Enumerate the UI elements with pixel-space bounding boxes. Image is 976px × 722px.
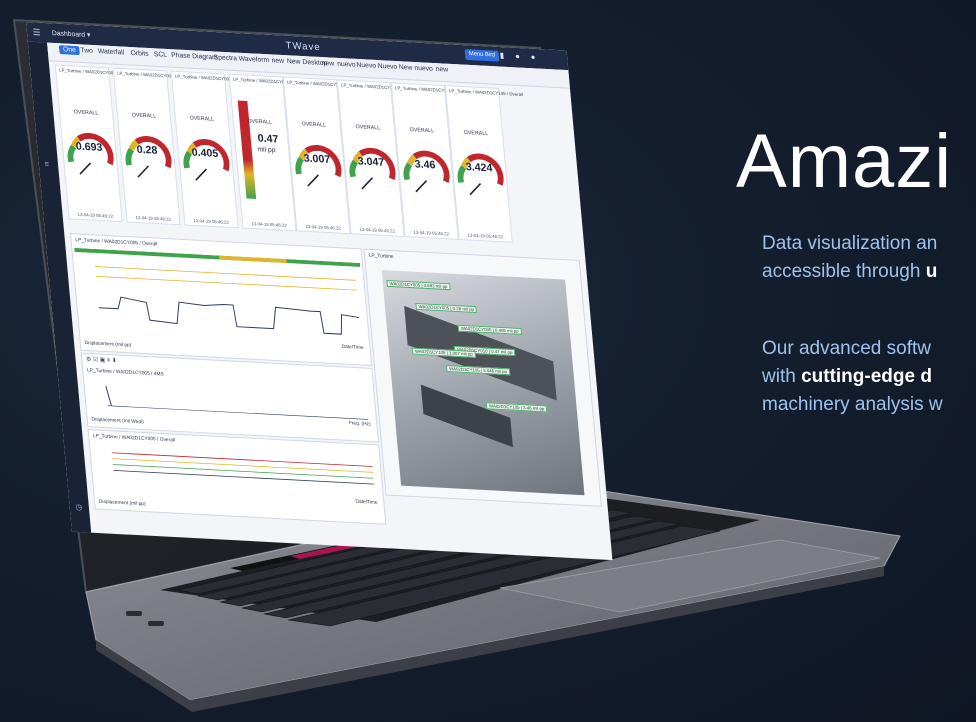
gauge-label: OVERALL — [355, 124, 381, 132]
tab-nuevo[interactable]: nuevo — [337, 61, 356, 69]
gauge-value: 0.47 — [257, 132, 279, 146]
toolbar-button[interactable]: Menu Bird — [464, 49, 500, 62]
hero-title: Amazi — [736, 119, 953, 204]
gauge-timestamp: 13-04-19 05:46:22 — [467, 232, 504, 240]
gauge-label: OVERALL — [301, 121, 327, 129]
tab-new[interactable]: new — [271, 57, 284, 65]
gauge-label: OVERALL — [189, 115, 215, 123]
tab-two[interactable]: Two — [80, 47, 93, 55]
gauge-timestamp: 13-04-19 05:46:22 — [251, 221, 288, 228]
trend2-ylabel: Displacement (mil pp) — [98, 498, 146, 508]
machine-panel: LP_Turbine WA02D1CY005 | 0.693 mil pp WA0… — [363, 248, 602, 507]
tab-nuevo-4[interactable]: nuevo — [414, 65, 433, 73]
app-window: ☰ Dashboard ▾ TWave Menu Bird ▮ ● ● ≡ ◷ … — [26, 22, 613, 561]
tab-new-4[interactable]: new — [435, 66, 448, 74]
bell-icon[interactable]: ▮ — [499, 51, 504, 60]
tab-spectra[interactable]: Spectra — [213, 54, 237, 62]
gauge-needle — [195, 168, 207, 181]
gauge-label: OVERALL — [131, 112, 157, 120]
gauge-timestamp: 13-04-19 05:46:22 — [359, 226, 396, 234]
gauge-timestamp: 13-04-19 05:46:22 — [77, 211, 114, 219]
gauge-timestamp: 13-04-19 05:46:22 — [135, 215, 172, 222]
clock-icon[interactable]: ◷ — [75, 503, 83, 512]
gauge-title: LP_Turbine / WA02D1CY105 / Overall — [448, 88, 524, 98]
trend2-title: LP_Turbine / WA02D1CY005 / Overall — [92, 433, 176, 444]
hero-line-2b: with cutting-edge d — [762, 363, 943, 391]
hero-line-1b: accessible through u — [762, 258, 937, 286]
gauge-label: OVERALL — [409, 127, 435, 135]
marketing-stage: ☰ Dashboard ▾ TWave Menu Bird ▮ ● ● ≡ ◷ … — [0, 0, 976, 722]
spectrum-panel: LP_Turbine / WA02D1CY005 / 4MS ⚙ ☑ ▣ ≡ ⬇… — [80, 352, 379, 443]
trend-panel: LP_Turbine / WA02D1CY005 / Overall Displ… — [69, 233, 373, 367]
gauge-timestamp: 13-04-19 05:46:22 — [413, 229, 450, 237]
gauge-card[interactable]: LP_Turbine / WA02D1CY005 / Overall OVERAL… — [54, 64, 133, 223]
trend-title: LP_Turbine / WA02D1CY005 / Overall — [75, 237, 158, 248]
trend2-plot — [111, 452, 375, 485]
screen: ☰ Dashboard ▾ TWave Menu Bird ▮ ● ● ≡ ◷ … — [26, 22, 613, 561]
gauge-timestamp: 13-04-19 05:46:22 — [193, 218, 230, 225]
tab-one[interactable]: One — [58, 45, 81, 56]
spectrum-toolbar-icons[interactable]: ⚙ ☑ ▣ ≡ ⬇ — [86, 356, 117, 364]
gauge-timestamp: 13-04-19 05:46:22 — [305, 224, 342, 231]
tab-scl[interactable]: SCL — [154, 51, 168, 59]
gauge-needle — [307, 174, 319, 187]
gauge-card[interactable]: LP_Turbine / WA02D1CY005 / Overall OVERAL… — [112, 67, 191, 226]
machine-title: LP_Turbine — [368, 252, 394, 260]
hero-paragraph-1: Data visualization an accessible through… — [762, 230, 937, 286]
grid-icon[interactable]: ≡ — [44, 160, 49, 169]
help-icon[interactable]: ● — [515, 52, 520, 61]
trend-xlabel: Date/Time — [341, 343, 364, 351]
user-icon[interactable]: ● — [530, 53, 535, 62]
trend-ylabel: Displacement (mil pp) — [84, 340, 132, 349]
spectrum-title: LP_Turbine / WA02D1CY005 / 4MS — [86, 367, 165, 378]
dashboard-menu[interactable]: Dashboard ▾ — [52, 29, 91, 39]
tab-orbits[interactable]: Orbits — [130, 50, 149, 58]
gauge-needle — [137, 165, 150, 178]
hero-line-1a: Data visualization an — [762, 233, 938, 254]
tab-new-3[interactable]: New — [399, 64, 413, 72]
hero-line-2b-text: with — [762, 366, 802, 387]
app-brand: TWave — [285, 40, 322, 54]
hero-line-2b-bold: cutting-edge d — [801, 366, 932, 387]
hero-line-1b-bold: u — [925, 261, 938, 282]
hero-line-2a: Our advanced softw — [762, 338, 931, 359]
gauge-card[interactable]: LP_Turbine / WA02D1CY005 / Overall OVERAL… — [170, 70, 249, 229]
spectrum-plot — [105, 386, 369, 420]
gauge-needle — [79, 162, 92, 175]
tab-nuevo-3[interactable]: Nuevo — [377, 63, 397, 71]
hamburger-icon[interactable]: ☰ — [32, 27, 41, 38]
tab-nuevo-2[interactable]: Nuevo — [356, 62, 376, 70]
trend2-xlabel: Date/Time — [355, 498, 378, 506]
hero-line-2c: machinery analysis w — [762, 394, 943, 415]
tab-phase-diagram[interactable]: Phase Diagram — [171, 52, 218, 61]
gauge-label: OVERALL — [463, 129, 489, 138]
gauge-needle — [361, 177, 373, 190]
spectrum-ylabel: Displacement (mil Wedi) — [91, 416, 145, 426]
hero-line-1b-text: accessible through — [762, 261, 926, 282]
trend2-panel: LP_Turbine / WA02D1CY005 / Overall Displ… — [87, 429, 387, 525]
hero-paragraph-2: Our advanced softw with cutting-edge d m… — [762, 335, 943, 419]
gauge-unit: mil pp — [257, 146, 276, 155]
trend-plot — [74, 247, 361, 335]
gauge-needle — [469, 182, 482, 196]
tab-waterfall[interactable]: Waterfall — [98, 48, 125, 56]
gauge-label: OVERALL — [73, 109, 99, 117]
level-bar — [237, 100, 257, 199]
sensor-chips: WA02D1CY005 | 0.693 mil pp WA02D1CY005 | … — [364, 250, 578, 413]
gauge-needle — [415, 180, 428, 193]
tab-waveform[interactable]: Waveform — [238, 56, 269, 64]
spectrum-xlabel: Freq. (Hz) — [348, 420, 371, 428]
tab-new-2[interactable]: new — [321, 60, 334, 68]
machine-photo — [381, 269, 585, 496]
